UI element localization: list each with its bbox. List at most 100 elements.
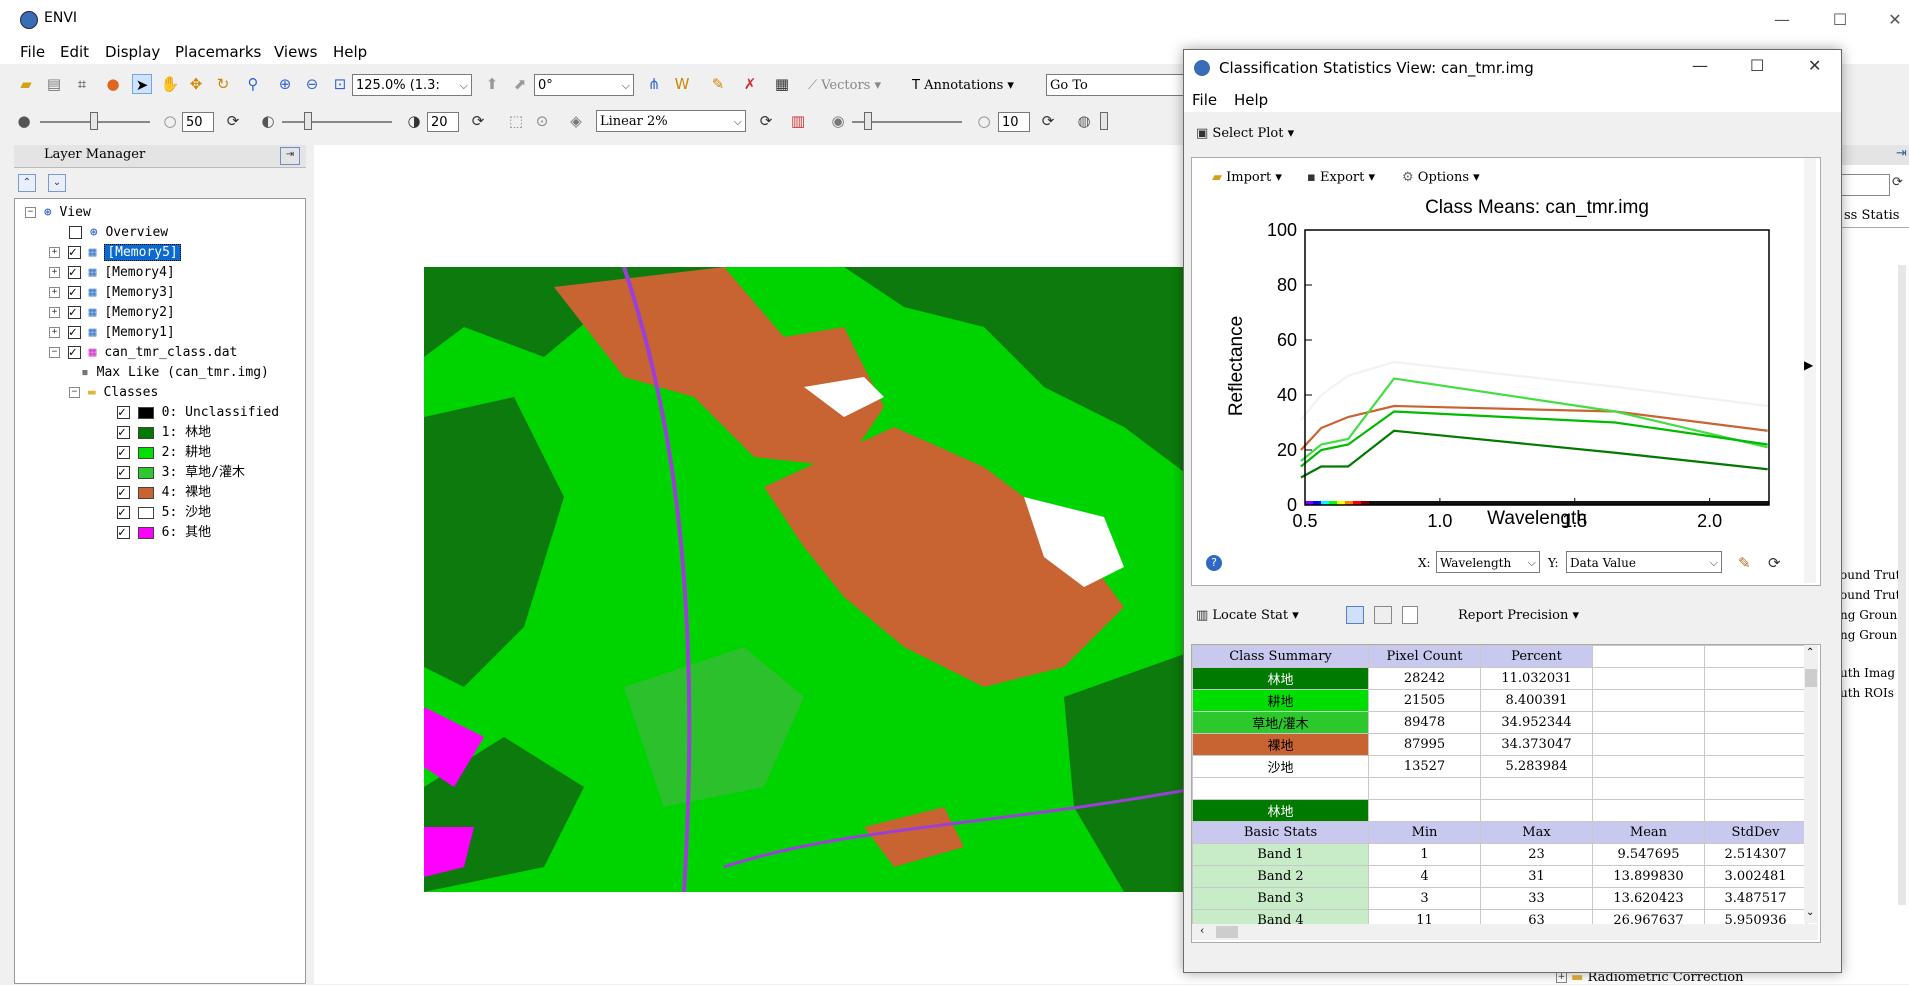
menu-file[interactable]: File [20, 43, 45, 61]
class-name-cell[interactable]: 草地/灌木 [1192, 711, 1369, 734]
vectors-dropdown[interactable]: ⟋ Vectors ▾ [808, 78, 881, 93]
dock-panel-icon[interactable]: ⇥ [280, 147, 300, 165]
class-item[interactable]: 0: Unclassified [117, 403, 279, 423]
table-row[interactable]: 草地/灌木 89478 34.952344 [1192, 711, 1807, 734]
transparency-input[interactable]: 10 [998, 112, 1030, 132]
y-axis-combo[interactable]: Data Value ⌵ [1566, 551, 1722, 573]
roi-tool-icon[interactable]: ✗ [740, 74, 760, 94]
tree-view-node[interactable]: − ⊛ View [25, 203, 91, 223]
placemark-icon[interactable]: ● [103, 74, 123, 94]
col-header[interactable]: Pixel Count [1368, 645, 1481, 668]
rotation-combo[interactable]: 0° ⌵ [534, 74, 634, 96]
zoom-in-icon[interactable]: ⊕ [275, 74, 295, 94]
pixel-count-cell[interactable]: 28242 [1368, 667, 1481, 690]
col-header[interactable]: Mean [1592, 821, 1705, 844]
contrast-input[interactable]: 20 [427, 112, 459, 132]
collapse-icon[interactable]: − [49, 347, 60, 358]
expand-panel-arrow-icon[interactable]: ▶ [1804, 358, 1813, 372]
move-layer-up-icon[interactable]: ⌃ [18, 174, 36, 192]
percent-cell[interactable]: 34.952344 [1480, 711, 1593, 734]
grid-view-icon[interactable] [1346, 606, 1364, 624]
toolbox-item[interactable]: ng Groun [1840, 605, 1900, 625]
class-name-cell[interactable]: 裸地 [1192, 733, 1369, 756]
vector-edit-icon[interactable]: ✎ [708, 74, 728, 94]
expand-icon[interactable]: + [49, 267, 60, 278]
crop-icon[interactable]: ⌗ [72, 74, 92, 94]
table-row[interactable]: 沙地 13527 5.283984 [1192, 755, 1807, 778]
export-button[interactable]: ▪ Export ▾ [1307, 170, 1375, 185]
tree-maxlike-node[interactable]: ▪ Max Like (can_tmr.img) [81, 363, 269, 383]
pixel-count-cell[interactable]: 87995 [1368, 733, 1481, 756]
zoom-fit-icon[interactable]: ⊡ [330, 74, 350, 94]
maximize-icon[interactable]: ☐ [1828, 8, 1852, 32]
percent-cell[interactable]: 8.400391 [1480, 689, 1593, 712]
refresh-icon[interactable]: ⟳ [1768, 554, 1781, 572]
x-axis-combo[interactable]: Wavelength ⌵ [1436, 551, 1540, 573]
class-item[interactable]: 5: 沙地 [117, 503, 211, 523]
pixel-locator-icon[interactable]: ▦ [772, 74, 792, 94]
rotate-icon[interactable]: ↻ [213, 74, 233, 94]
tree-memory3-node[interactable]: + ▦ [Memory3] [49, 283, 175, 303]
class-checkbox[interactable] [117, 423, 130, 443]
report-precision-button[interactable]: Report Precision ▾ [1458, 608, 1579, 623]
target-icon[interactable]: ⊙ [532, 111, 552, 131]
stretch-combo[interactable]: Linear 2% ⌵ [596, 110, 746, 132]
expand-icon[interactable]: + [1556, 972, 1567, 983]
tree-class-file-node[interactable]: − ▦ can_tmr_class.dat [49, 343, 237, 363]
histogram-icon[interactable]: ▥ [788, 111, 808, 131]
rotate-left-icon[interactable]: ⬆ [482, 74, 502, 94]
tab-class-statistics[interactable]: ss Statis [1840, 205, 1909, 228]
zoom-out-icon[interactable]: ⊖ [302, 74, 322, 94]
contrast-slider-thumb[interactable] [304, 112, 312, 130]
move-layer-down-icon[interactable]: ⌄ [48, 174, 66, 192]
pencil-icon[interactable]: ✎ [1738, 554, 1751, 572]
locate-stat-button[interactable]: ▥ Locate Stat ▾ [1196, 608, 1299, 623]
scroll-up-icon[interactable]: ⌃ [1806, 647, 1814, 658]
class-checkbox[interactable] [117, 403, 130, 423]
brightness-input[interactable]: 50 [182, 112, 214, 132]
reset-brightness-icon[interactable]: ⟳ [223, 111, 243, 131]
options-button[interactable]: ⚙ Options ▾ [1402, 170, 1480, 185]
class-item[interactable]: 2: 耕地 [117, 443, 211, 463]
maximize-icon[interactable]: ☐ [1750, 56, 1764, 75]
contrast-slider-track[interactable] [282, 121, 392, 123]
scrollbar-thumb[interactable] [1216, 926, 1238, 938]
class-checkbox[interactable] [117, 483, 130, 503]
open-file-icon[interactable]: ▰ [16, 74, 36, 94]
import-button[interactable]: ▰ Import ▾ [1212, 170, 1282, 185]
close-icon[interactable]: ✕ [1808, 56, 1821, 75]
sharpen-slider-thumb[interactable] [1100, 112, 1108, 130]
select-plot-button[interactable]: ▣ Select Plot ▾ [1196, 126, 1294, 141]
close-icon[interactable]: ✕ [1883, 8, 1907, 32]
pan-hand-icon[interactable]: ✋ [160, 74, 180, 94]
expand-icon[interactable]: + [49, 247, 60, 258]
select-arrow-icon[interactable]: ➤ [132, 74, 152, 94]
toolbox-item[interactable]: uth Imag [1840, 663, 1900, 683]
pixel-count-cell[interactable]: 13527 [1368, 755, 1481, 778]
class-item[interactable]: 6: 其他 [117, 523, 211, 543]
stddev-cell[interactable]: 3.002481 [1704, 865, 1807, 888]
toolbox-item[interactable]: ng Groun [1840, 625, 1900, 645]
sharpen-icon[interactable]: ◈ [566, 111, 586, 131]
tree-memory2-node[interactable]: + ▦ [Memory2] [49, 303, 175, 323]
class-item[interactable]: 4: 裸地 [117, 483, 211, 503]
mean-cell[interactable]: 13.899830 [1592, 865, 1705, 888]
dialog-menu-file[interactable]: File [1192, 91, 1217, 109]
memory5-checkbox[interactable] [67, 243, 81, 263]
reset-contrast-icon[interactable]: ⟳ [468, 111, 488, 131]
menu-placemarks[interactable]: Placemarks [175, 43, 261, 61]
toolbox-item[interactable]: ound Trut [1840, 585, 1900, 605]
memory4-checkbox[interactable] [67, 263, 81, 283]
col-header[interactable]: Min [1368, 821, 1481, 844]
transparency-slider-thumb[interactable] [864, 112, 872, 130]
classification-image[interactable] [424, 267, 1204, 892]
menu-display[interactable]: Display [105, 43, 160, 61]
tree-classes-node[interactable]: − ▬ Classes [69, 383, 158, 403]
class-item[interactable]: 1: 林地 [117, 423, 211, 443]
menu-help[interactable]: Help [333, 43, 367, 61]
pixel-count-cell[interactable]: 89478 [1368, 711, 1481, 734]
table-row[interactable]: 耕地 21505 8.400391 [1192, 689, 1807, 712]
goto-input[interactable]: Go To [1046, 74, 1186, 96]
toolbox-item[interactable]: uth ROIs [1840, 683, 1900, 703]
tree-overview-node[interactable]: ⊛ Overview [69, 223, 168, 243]
